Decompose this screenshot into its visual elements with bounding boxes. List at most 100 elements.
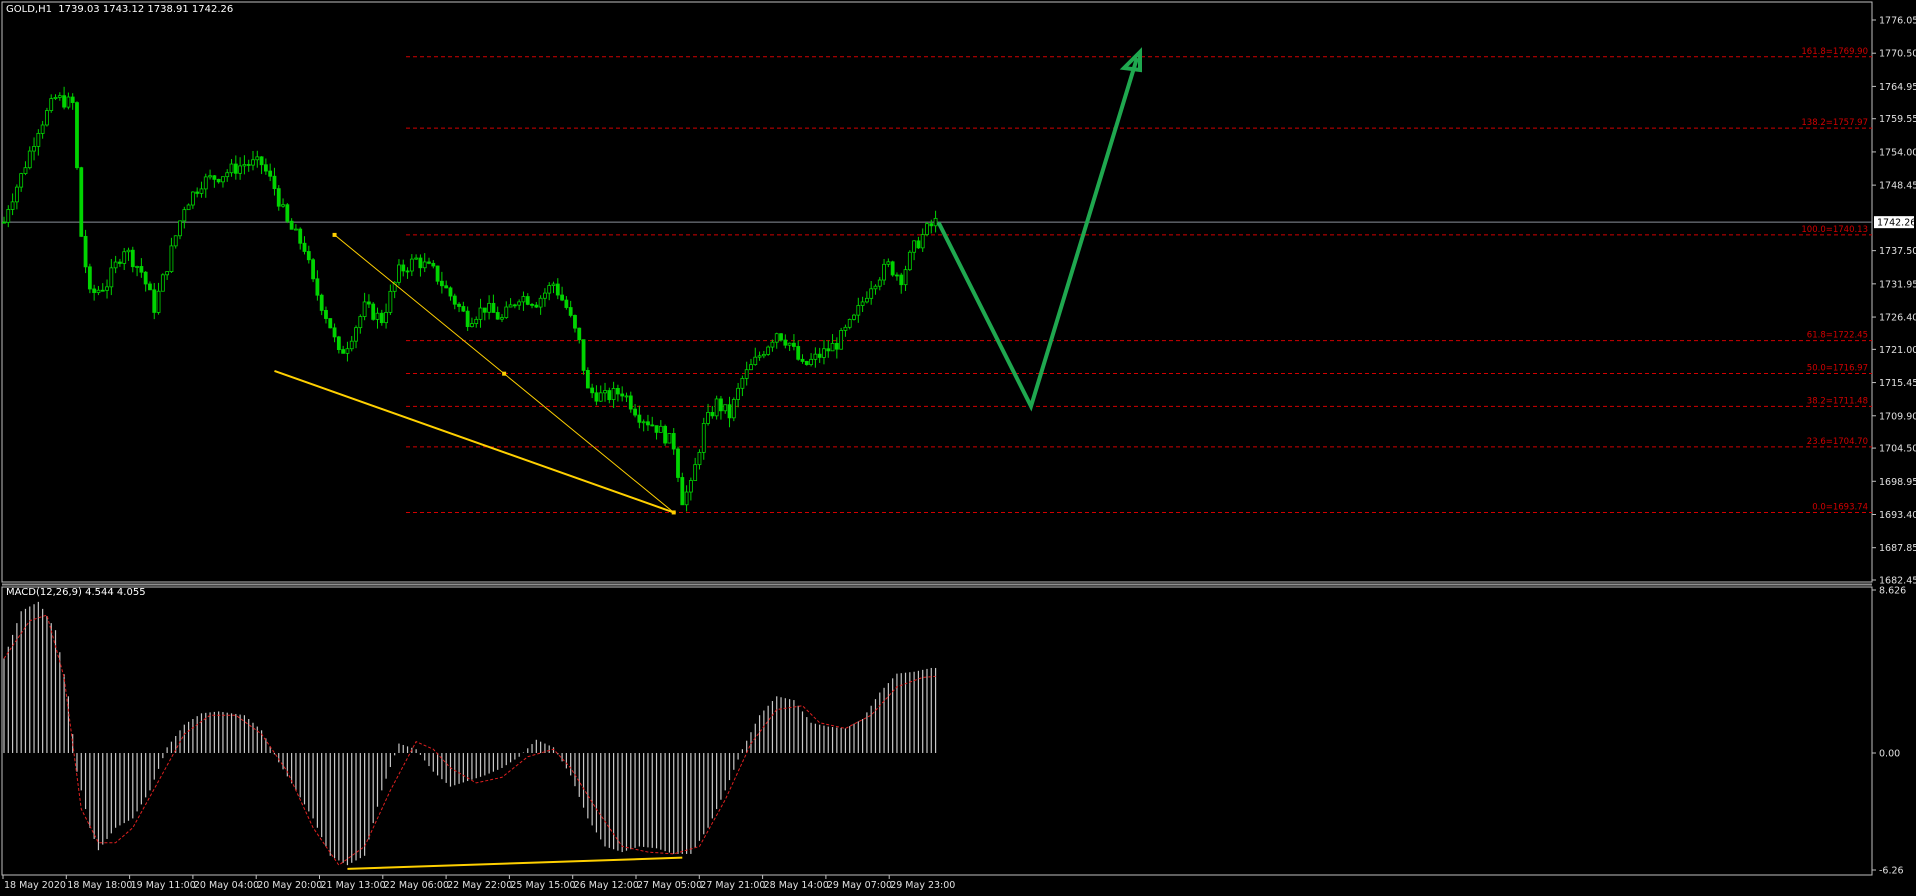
candle-body [405,270,410,273]
candle-body [573,315,577,329]
candle-body [431,262,436,267]
time-tick-label: 20 May 04:00 [194,880,259,891]
candle-body [208,175,212,178]
candle-body [551,283,556,286]
candle-body [135,266,139,268]
candle-body [49,98,54,111]
candle-body [375,312,380,320]
candle-body [461,306,466,312]
candle-body [448,287,453,297]
candle-body [336,336,341,350]
candle-body [178,220,182,237]
candle-body [650,424,655,427]
time-tick-label: 27 May 05:00 [637,880,702,891]
candle-body [19,173,24,188]
candle-body [530,304,534,306]
candle-body [62,95,67,108]
candle-body [873,285,878,290]
candle-body [195,191,200,194]
candle-body [319,294,324,311]
macd-tick-label: -6.26 [1879,866,1904,877]
macd-tick-label: 0.00 [1879,749,1900,760]
candle-body [761,354,766,357]
candle-body [753,356,758,366]
candle-body [263,164,268,172]
candle-body [182,209,187,222]
candle-body [397,264,401,283]
candle-body [152,289,157,313]
candle-body [294,228,298,231]
candle-body [272,175,277,190]
candle-body [933,217,938,227]
macd-signal-line [3,614,936,866]
candle-body [890,261,895,276]
candle-body [341,349,346,354]
time-tick-label: 22 May 06:00 [384,880,449,891]
candle-body [422,261,427,269]
candle-body [796,346,801,360]
macd-panel-header: MACD(12,26,9) 4.544 4.055 [6,587,146,598]
candle-body [525,296,530,305]
candle-body [367,301,371,305]
candle-body [435,265,440,282]
time-tick-label: 21 May 13:00 [321,880,386,891]
candle-body [268,170,273,177]
candle-body [504,306,509,318]
candle-body [817,353,822,358]
candle-body [311,259,315,280]
candle-body [607,390,612,401]
candle-body [740,377,745,389]
forecast-path [936,57,1139,412]
price-tick-label: 1737.50 [1879,246,1916,257]
candle-body [706,412,710,424]
candle-body [349,340,354,350]
candle-body [45,110,49,126]
fib-level-label: 23.6=1704.70 [1807,437,1868,447]
candle-body [521,296,526,303]
candle-body [585,370,590,389]
chart-canvas[interactable]: 1776.05 1770.50 1764.95 1759.55 1754.00 1748.… [0,0,1916,896]
time-tick-label: 28 May 14:00 [764,880,829,891]
time-tick-label: 18 May 2020 [4,880,66,891]
candle-body [534,304,539,308]
price-tick-label: 1776.05 [1879,16,1916,27]
time-tick-label: 25 May 15:00 [510,880,575,891]
candle-body [83,235,88,268]
candle-body [100,289,105,292]
candle-body [869,288,874,299]
candle-body [332,327,337,338]
candle-body [452,295,457,305]
candle-body [465,310,470,328]
candle-body [409,258,414,272]
candle-body [354,327,358,342]
candle-body [225,172,230,178]
candle-body [882,263,886,281]
time-tick-label: 19 May 11:00 [131,880,196,891]
candle-body [860,301,865,306]
candle-body [615,388,620,395]
candle-group [2,86,938,512]
time-tick-label: 22 May 22:00 [447,880,512,891]
candle-body [470,323,474,328]
candle-body [105,286,109,291]
candle-body [543,292,547,299]
candle-body [886,261,891,265]
candle-body [139,266,144,273]
candle-body [903,269,908,286]
candle-body [221,176,225,183]
candle-body [371,303,376,320]
candle-body [508,304,513,308]
candle-body [122,251,127,264]
candle-body [864,297,869,303]
candle-body [203,176,208,190]
candle-body [358,316,363,329]
candle-body [388,290,393,313]
price-tick-label: 1687.85 [1879,543,1916,554]
price-tick-label: 1759.55 [1879,114,1916,125]
candle-body [66,96,71,108]
candle-body [40,124,45,134]
candle-body [53,97,58,99]
candle-body [912,240,917,253]
candle-body [680,477,685,506]
price-tick-label: 1770.50 [1879,49,1916,60]
